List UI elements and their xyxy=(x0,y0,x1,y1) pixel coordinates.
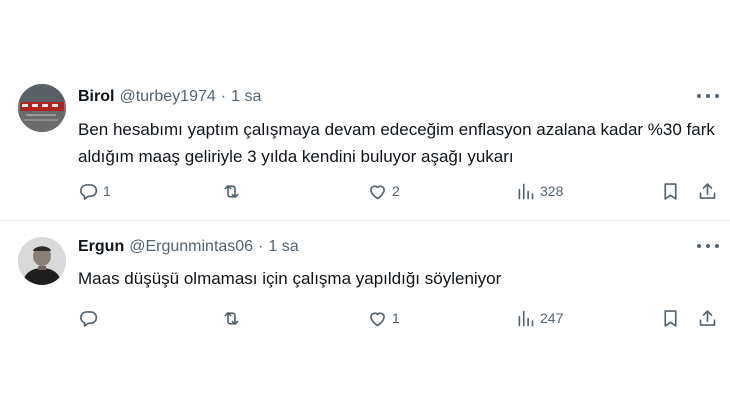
retweet-button[interactable] xyxy=(221,180,246,202)
tweet-text: Ben hesabımı yaptım çalışmaya devam edec… xyxy=(78,120,715,166)
like-button[interactable]: 1 xyxy=(367,307,400,329)
bookmark-button[interactable] xyxy=(660,180,681,202)
avatar[interactable] xyxy=(18,84,66,132)
views-button[interactable]: 328 xyxy=(515,180,563,202)
like-count: 2 xyxy=(392,183,400,199)
tweet-2[interactable]: Ergun @Ergunmintas06 · 1 sa Maas düşüşü … xyxy=(0,221,730,420)
views-button[interactable]: 247 xyxy=(515,307,563,329)
view-count: 328 xyxy=(540,183,564,199)
more-icon[interactable] xyxy=(697,89,719,103)
like-button[interactable]: 2 xyxy=(367,180,400,202)
views-icon xyxy=(518,310,534,326)
more-icon[interactable] xyxy=(697,239,719,253)
tweet-text: Maas düşüşü olmaması için çalışma yapıld… xyxy=(78,269,502,288)
reply-count: 1 xyxy=(103,183,111,199)
separator: · xyxy=(220,88,227,105)
tweet-header: Ergun @Ergunmintas06 · 1 sa xyxy=(78,238,299,256)
action-bar: 1 247 xyxy=(78,307,718,329)
tweet-1[interactable]: Birol @turbey1974 · 1 sa Ben hesabımı ya… xyxy=(0,0,730,221)
author-handle[interactable]: @Ergunmintas06 xyxy=(129,238,253,256)
reply-button[interactable] xyxy=(78,307,103,329)
retweet-button[interactable] xyxy=(221,307,246,329)
retweet-icon xyxy=(224,184,239,198)
bookmark-button[interactable] xyxy=(660,307,681,329)
timestamp[interactable]: 1 sa xyxy=(268,238,298,256)
separator: · xyxy=(258,238,264,255)
like-icon xyxy=(370,311,385,326)
view-count: 247 xyxy=(540,310,564,326)
avatar-image xyxy=(18,84,66,132)
timestamp[interactable]: 1 sa xyxy=(231,88,261,106)
bookmark-icon xyxy=(664,309,677,327)
share-button[interactable] xyxy=(697,307,718,329)
reply-button[interactable]: 1 xyxy=(78,180,111,202)
reply-icon xyxy=(80,183,98,200)
share-icon xyxy=(699,309,716,326)
author-name[interactable]: Birol xyxy=(78,88,114,106)
reply-icon xyxy=(80,310,98,327)
share-button[interactable] xyxy=(697,180,718,202)
like-icon xyxy=(370,184,385,199)
share-icon xyxy=(699,182,716,199)
views-icon xyxy=(518,183,534,199)
avatar[interactable] xyxy=(18,237,66,285)
author-name[interactable]: Ergun xyxy=(78,238,124,256)
tweet-header: Birol @turbey1974 · 1 sa xyxy=(78,88,261,106)
author-handle[interactable]: @turbey1974 xyxy=(119,88,215,106)
avatar-image xyxy=(18,237,66,285)
action-bar: 1 2 328 xyxy=(78,180,718,202)
bookmark-icon xyxy=(664,182,677,200)
retweet-icon xyxy=(224,311,239,325)
like-count: 1 xyxy=(392,310,400,326)
